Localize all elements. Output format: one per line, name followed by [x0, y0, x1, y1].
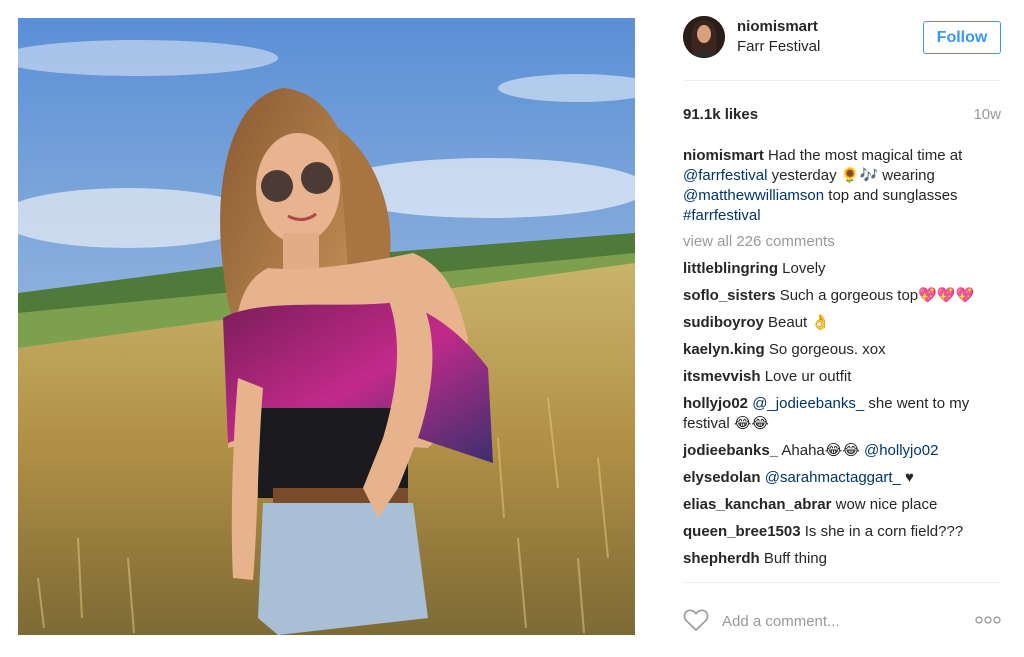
heart-icon[interactable]: [683, 608, 709, 632]
caption-username[interactable]: niomismart: [683, 147, 764, 164]
post-photo[interactable]: [18, 18, 635, 635]
comment-text: wow nice place: [831, 496, 938, 513]
comment: elias_kanchan_abrar wow nice place: [683, 495, 1001, 515]
comment-username[interactable]: soflo_sisters: [683, 287, 776, 304]
caption: niomismart Had the most magical time at …: [683, 146, 1001, 226]
caption-text: yesterday 🌻🎶 wearing: [767, 167, 935, 184]
comment-username[interactable]: shepherdh: [683, 550, 760, 567]
view-all-comments-link[interactable]: view all 226 comments: [683, 232, 1001, 252]
add-comment-row: [683, 606, 1001, 636]
mention-link[interactable]: @matthewwilliamson: [683, 187, 824, 204]
divider: [683, 582, 1001, 583]
comment: elysedolan @sarahmactaggart_ ♥: [683, 468, 1001, 488]
comment-text: Ahaha😂😂: [778, 442, 864, 459]
comment-text: Beaut 👌: [763, 314, 831, 331]
caption-text: top and sunglasses: [824, 187, 958, 204]
avatar[interactable]: [683, 16, 725, 58]
comment-username[interactable]: jodieebanks_: [683, 442, 778, 459]
post-image: [18, 18, 635, 635]
comment-username[interactable]: queen_bree1503: [683, 523, 801, 540]
comment-text: Is she in a corn field???: [800, 523, 964, 540]
divider: [683, 80, 1001, 81]
comment-username[interactable]: itsmevvish: [683, 368, 761, 385]
comment-username[interactable]: hollyjo02: [683, 395, 748, 412]
comment: littleblingring Lovely: [683, 259, 1001, 279]
comment: queen_bree1503 Is she in a corn field???: [683, 522, 1001, 542]
follow-button[interactable]: Follow: [923, 21, 1001, 54]
comment: hollyjo02 @_jodieebanks_ she went to my …: [683, 394, 1001, 434]
comments-list: niomismart Had the most magical time at …: [683, 146, 1001, 576]
comment-username[interactable]: sudiboyroy: [683, 314, 764, 331]
comment-text: So gorgeous. xox: [764, 341, 886, 358]
comment-username[interactable]: littleblingring: [683, 260, 778, 277]
post-timestamp[interactable]: 10w: [973, 106, 1001, 123]
hashtag-link[interactable]: #farrfestival: [683, 207, 761, 224]
mention-link[interactable]: @_jodieebanks_: [752, 395, 864, 412]
header-username[interactable]: niomismart: [737, 18, 818, 35]
comment-text: Love ur outfit: [760, 368, 852, 385]
likes-count[interactable]: 91.1k likes: [683, 106, 758, 123]
comment: shepherdh Buff thing: [683, 549, 1001, 569]
post-header: niomismart Farr Festival Follow: [683, 16, 1001, 60]
mention-link[interactable]: @farrfestival: [683, 167, 767, 184]
comment-text: Such a gorgeous top💖💖💖: [775, 287, 975, 304]
comment-username[interactable]: elysedolan: [683, 469, 761, 486]
comment: kaelyn.king So gorgeous. xox: [683, 340, 1001, 360]
comment: itsmevvish Love ur outfit: [683, 367, 1001, 387]
comment: jodieebanks_ Ahaha😂😂 @hollyjo02: [683, 441, 1001, 461]
mention-link[interactable]: @hollyjo02: [864, 442, 938, 459]
comment-text: ♥: [900, 469, 914, 486]
comment-username[interactable]: kaelyn.king: [683, 341, 765, 358]
comment: soflo_sisters Such a gorgeous top💖💖💖: [683, 286, 1001, 306]
comment-username[interactable]: elias_kanchan_abrar: [683, 496, 831, 513]
caption-text: Had the most magical time at: [763, 147, 963, 164]
comment-text: Buff thing: [759, 550, 827, 567]
more-options-icon[interactable]: [975, 615, 1001, 625]
add-comment-input[interactable]: [722, 610, 962, 632]
location-link[interactable]: Farr Festival: [737, 38, 820, 55]
comment-text: Lovely: [778, 260, 826, 277]
post-panel: niomismart Farr Festival Follow 91.1k li…: [683, 0, 1001, 657]
mention-link[interactable]: @sarahmactaggart_: [765, 469, 901, 486]
comment: sudiboyroy Beaut 👌: [683, 313, 1001, 333]
